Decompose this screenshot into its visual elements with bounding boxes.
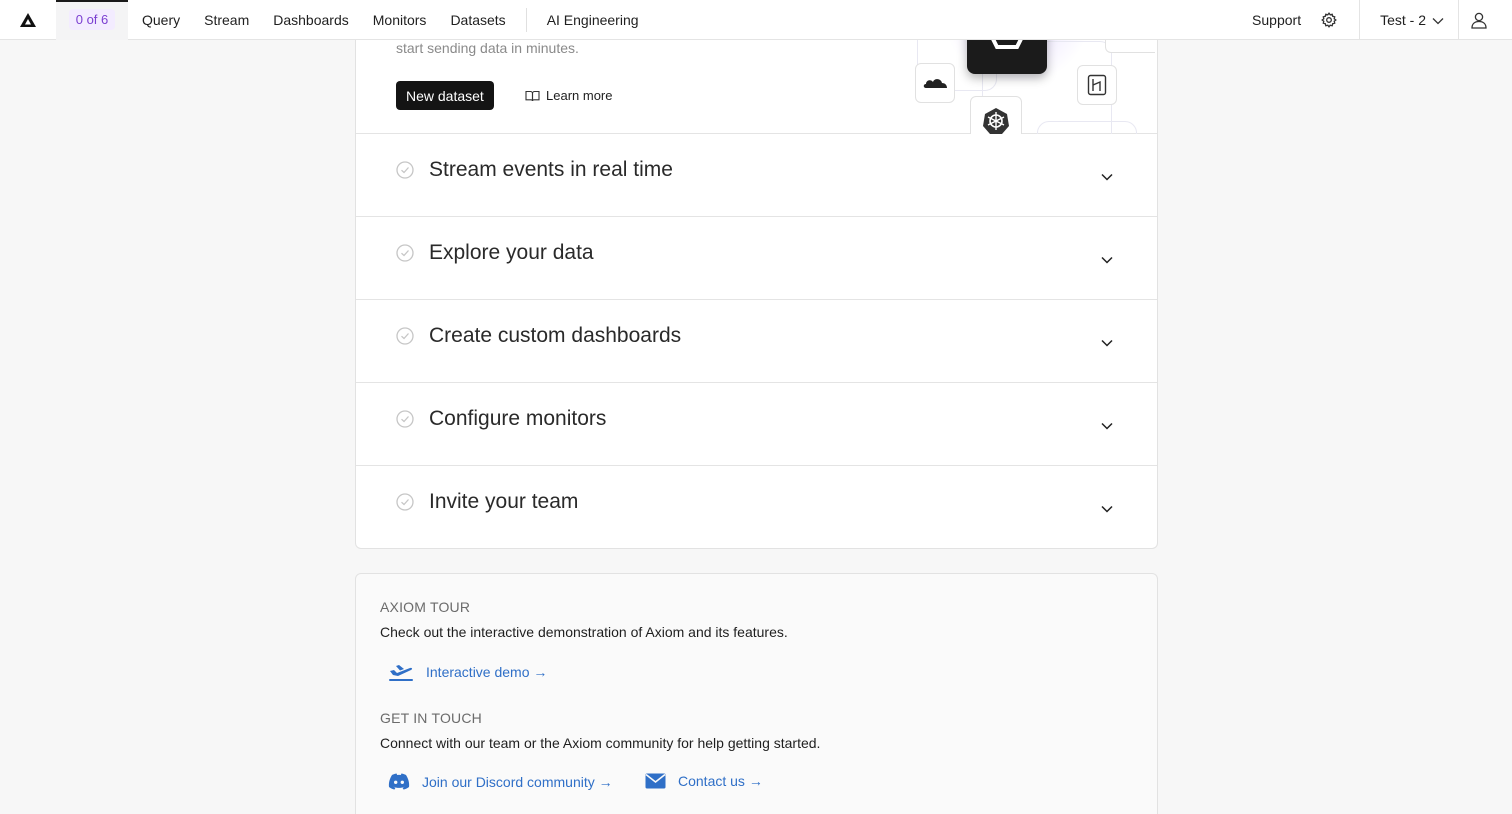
step-title: Stream events in real time xyxy=(429,158,673,181)
cloudflare-icon xyxy=(915,63,955,103)
check-circle-icon xyxy=(396,493,414,516)
axiom-logo[interactable] xyxy=(0,0,56,40)
check-circle-icon xyxy=(396,410,414,433)
step-title: Invite your team xyxy=(429,490,579,513)
step-invite-team[interactable]: Invite your team xyxy=(356,466,1157,548)
new-dataset-button[interactable]: New dataset xyxy=(396,81,494,110)
step-explore-data[interactable]: Explore your data xyxy=(356,217,1157,300)
check-circle-icon xyxy=(396,161,414,184)
chevron-down-icon xyxy=(1432,12,1444,28)
chevron-down-icon[interactable] xyxy=(1101,334,1113,352)
step-configure-monitors[interactable]: Configure monitors xyxy=(356,383,1157,466)
step-title: Configure monitors xyxy=(429,407,607,430)
org-switcher[interactable]: Test - 2 xyxy=(1359,0,1458,40)
user-avatar-icon[interactable] xyxy=(1458,0,1498,40)
contact-us-label: Contact us → xyxy=(678,773,763,789)
hero-description: start sending data in minutes. xyxy=(396,40,579,56)
get-in-touch-description: Connect with our team or the Axiom commu… xyxy=(380,735,821,751)
kubernetes-icon xyxy=(970,96,1022,134)
nav-monitors[interactable]: Monitors xyxy=(361,0,439,40)
learn-more-label: Learn more xyxy=(546,88,613,103)
onboarding-card: start sending data in minutes. New datas… xyxy=(355,0,1158,549)
step-stream-events[interactable]: Stream events in real time xyxy=(356,134,1157,217)
interactive-demo-link[interactable]: Interactive demo → xyxy=(388,661,547,683)
envelope-icon xyxy=(645,773,666,789)
step-create-dashboards[interactable]: Create custom dashboards xyxy=(356,300,1157,383)
tour-heading: AXIOM TOUR xyxy=(380,599,471,615)
heroku-icon xyxy=(1077,65,1117,105)
chevron-down-icon[interactable] xyxy=(1101,168,1113,186)
nav-divider xyxy=(525,7,527,32)
settings-gear-icon[interactable] xyxy=(1313,0,1345,40)
interactive-demo-label: Interactive demo → xyxy=(426,664,548,680)
step-title: Explore your data xyxy=(429,241,594,264)
contact-us-link[interactable]: Contact us → xyxy=(645,773,763,789)
book-icon xyxy=(525,90,540,101)
progress-badge: 0 of 6 xyxy=(68,9,116,30)
support-link[interactable]: Support xyxy=(1240,0,1313,40)
step-title: Create custom dashboards xyxy=(429,324,682,347)
discord-label: Join our Discord community → xyxy=(422,773,613,790)
onboarding-progress-tab[interactable]: 0 of 6 xyxy=(56,0,128,40)
nav-datasets[interactable]: Datasets xyxy=(438,0,517,40)
nav-query[interactable]: Query xyxy=(130,0,192,40)
nav-dashboards[interactable]: Dashboards xyxy=(261,0,361,40)
discord-icon xyxy=(388,773,410,790)
nav-right: Support Test - 2 xyxy=(1240,0,1512,40)
chevron-down-icon[interactable] xyxy=(1101,251,1113,269)
check-circle-icon xyxy=(396,244,414,267)
nav-stream[interactable]: Stream xyxy=(192,0,261,40)
resources-card: AXIOM TOUR Check out the interactive dem… xyxy=(355,573,1158,814)
discord-link[interactable]: Join our Discord community → xyxy=(388,773,613,790)
learn-more-link[interactable]: Learn more xyxy=(525,88,612,103)
top-nav: 0 of 6 Query Stream Dashboards Monitors … xyxy=(0,0,1512,40)
check-circle-icon xyxy=(396,327,414,350)
get-in-touch-heading: GET IN TOUCH xyxy=(380,710,482,726)
chevron-down-icon[interactable] xyxy=(1101,500,1113,518)
chevron-down-icon[interactable] xyxy=(1101,417,1113,435)
airplane-icon xyxy=(389,665,413,681)
org-name: Test - 2 xyxy=(1380,11,1426,28)
tour-description: Check out the interactive demonstration … xyxy=(380,624,788,640)
nav-ai-engineering[interactable]: AI Engineering xyxy=(535,0,651,40)
